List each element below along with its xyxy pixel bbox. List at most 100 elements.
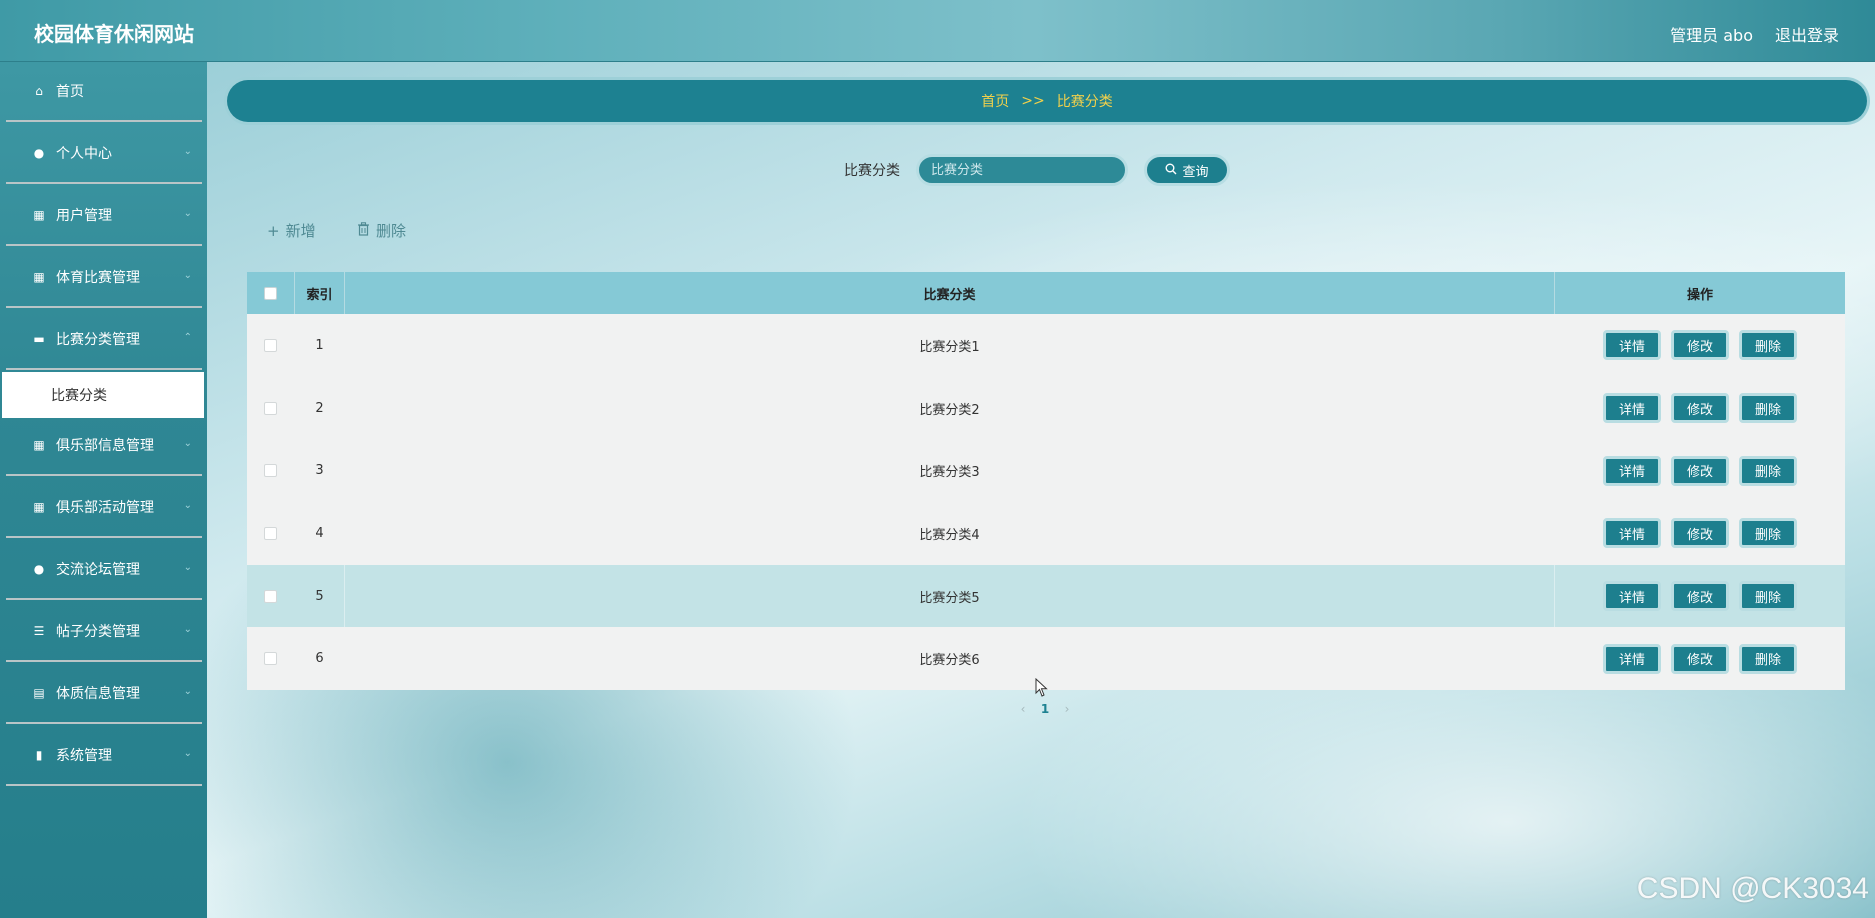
row-checkbox[interactable] [264, 401, 277, 415]
list-icon: ☰ [33, 624, 45, 638]
row-name: 比赛分类5 [345, 564, 1555, 628]
chevron-down-icon: ⌄ [183, 748, 192, 759]
row-checkbox[interactable] [264, 526, 277, 540]
row-checkbox-cell [247, 439, 295, 502]
sidebar-item-label: 系统管理 [56, 748, 112, 764]
row-index: 1 [315, 337, 324, 353]
row-ops: 详情 修改 删除 [1555, 314, 1845, 377]
row-checkbox[interactable] [264, 589, 277, 603]
edit-button[interactable]: 修改 [1671, 455, 1729, 486]
prev-page-button[interactable]: ‹ [1012, 702, 1034, 716]
row-name: 比赛分类2 [919, 402, 980, 418]
sidebar-item-system-management[interactable]: ▮ 系统管理 ⌄ [6, 726, 202, 786]
edit-button[interactable]: 修改 [1671, 643, 1729, 674]
detail-button[interactable]: 详情 [1603, 643, 1661, 674]
plus-icon: + [267, 221, 280, 240]
detail-button[interactable]: 详情 [1603, 518, 1661, 549]
next-page-button[interactable]: › [1056, 702, 1078, 716]
user-icon: ● [33, 562, 45, 576]
breadcrumb-separator: >> [1021, 93, 1045, 109]
row-ops: 详情 修改 删除 [1555, 377, 1845, 440]
search-button[interactable]: 查询 [1144, 154, 1230, 186]
detail-button[interactable]: 详情 [1603, 393, 1661, 424]
site-title: 校园体育休闲网站 [34, 22, 194, 46]
delete-button[interactable]: 删除 [1739, 455, 1797, 486]
sidebar-item-label: 用户管理 [56, 208, 112, 224]
breadcrumb-home[interactable]: 首页 [981, 91, 1009, 111]
row-checkbox[interactable] [264, 652, 277, 666]
breadcrumb: 首页 >> 比赛分类 [227, 80, 1867, 122]
sidebar-item-label: 交流论坛管理 [56, 562, 140, 578]
row-checkbox-cell [247, 565, 295, 628]
table-row: 5 比赛分类5 详情 修改 删除 [247, 564, 1845, 628]
chevron-down-icon: ⌄ [183, 146, 192, 157]
batch-delete-button[interactable]: 删除 [357, 220, 406, 241]
sidebar-item-label: 俱乐部活动管理 [56, 500, 154, 516]
sidebar-item-club-info-management[interactable]: ▦ 俱乐部信息管理 ⌄ [6, 416, 202, 476]
row-name: 比赛分类4 [919, 527, 980, 543]
breadcrumb-current: 比赛分类 [1056, 94, 1113, 110]
delete-button[interactable]: 删除 [1739, 581, 1797, 612]
edit-button[interactable]: 修改 [1671, 581, 1729, 612]
sidebar-item-sports-match-management[interactable]: ▦ 体育比赛管理 ⌄ [6, 248, 202, 308]
sidebar-item-club-activity-management[interactable]: ▦ 俱乐部活动管理 ⌄ [6, 478, 202, 538]
edit-button[interactable]: 修改 [1671, 393, 1729, 424]
sidebar-item-user-management[interactable]: ▦ 用户管理 ⌄ [6, 186, 202, 246]
delete-button[interactable]: 删除 [1739, 518, 1797, 549]
row-checkbox-cell [247, 502, 295, 565]
sidebar-subitem-match-category[interactable]: 比赛分类 [2, 372, 204, 418]
delete-button[interactable]: 删除 [1739, 330, 1797, 361]
data-table: 索引 比赛分类 操作 1 比赛分类1 详情 修改 删除 2 比赛分类2 详情 修… [247, 272, 1845, 691]
search-icon [1165, 163, 1177, 178]
chevron-up-icon: ⌃ [183, 332, 192, 343]
sidebar-item-label: 个人中心 [56, 146, 112, 162]
header-name: 比赛分类 [345, 272, 1555, 314]
sidebar-item-forum-management[interactable]: ● 交流论坛管理 ⌄ [6, 540, 202, 600]
row-index: 3 [315, 463, 324, 479]
table-icon: ▤ [33, 686, 45, 700]
add-button[interactable]: + 新增 [267, 220, 316, 241]
sidebar-item-home[interactable]: ⌂ 首页 [6, 62, 202, 122]
sidebar-item-label: 帖子分类管理 [56, 624, 140, 640]
grid-icon: ▦ [33, 270, 45, 284]
detail-button[interactable]: 详情 [1603, 581, 1661, 612]
trash-icon [357, 221, 370, 240]
search-button-label: 查询 [1182, 164, 1209, 180]
edit-button[interactable]: 修改 [1671, 330, 1729, 361]
row-name: 比赛分类6 [919, 653, 980, 669]
row-checkbox[interactable] [264, 464, 277, 478]
user-icon: ● [33, 146, 45, 160]
search-label: 比赛分类 [844, 163, 900, 179]
header-ops: 操作 [1686, 287, 1713, 303]
edit-button[interactable]: 修改 [1671, 518, 1729, 549]
delete-button[interactable]: 删除 [1739, 393, 1797, 424]
home-icon: ⌂ [35, 84, 43, 98]
row-checkbox-cell [247, 314, 295, 377]
table-row: 2 比赛分类2 详情 修改 删除 [247, 376, 1845, 440]
search-input[interactable] [916, 154, 1128, 186]
sidebar-item-label: 体质信息管理 [56, 686, 140, 702]
sidebar-item-match-category-management[interactable]: ▬ 比赛分类管理 ⌃ [6, 310, 202, 370]
delete-button[interactable]: 删除 [1739, 643, 1797, 674]
grid-icon: ▦ [33, 208, 45, 222]
chevron-down-icon: ⌄ [183, 270, 192, 281]
sidebar-item-fitness-info-management[interactable]: ▤ 体质信息管理 ⌄ [6, 664, 202, 724]
detail-button[interactable]: 详情 [1603, 330, 1661, 361]
page-number[interactable]: 1 [1034, 702, 1056, 716]
watermark: CSDN @CK3034 [1636, 872, 1869, 905]
row-checkbox-cell [247, 627, 295, 690]
detail-button[interactable]: 详情 [1603, 455, 1661, 486]
sidebar-item-post-category-management[interactable]: ☰ 帖子分类管理 ⌄ [6, 602, 202, 662]
select-all-checkbox[interactable] [264, 286, 277, 300]
sidebar-item-label: 首页 [56, 84, 84, 100]
bar-chart-icon: ▮ [35, 748, 43, 762]
row-index: 5 [295, 564, 345, 628]
row-index: 2 [315, 400, 324, 416]
row-checkbox-cell [247, 377, 295, 440]
row-checkbox[interactable] [264, 338, 277, 352]
logout-link[interactable]: 退出登录 [1775, 22, 1839, 46]
chevron-down-icon: ⌄ [183, 562, 192, 573]
row-ops: 详情 修改 删除 [1555, 627, 1845, 690]
grid-icon: ▦ [33, 438, 45, 452]
sidebar-item-personal-center[interactable]: ● 个人中心 ⌄ [6, 124, 202, 184]
